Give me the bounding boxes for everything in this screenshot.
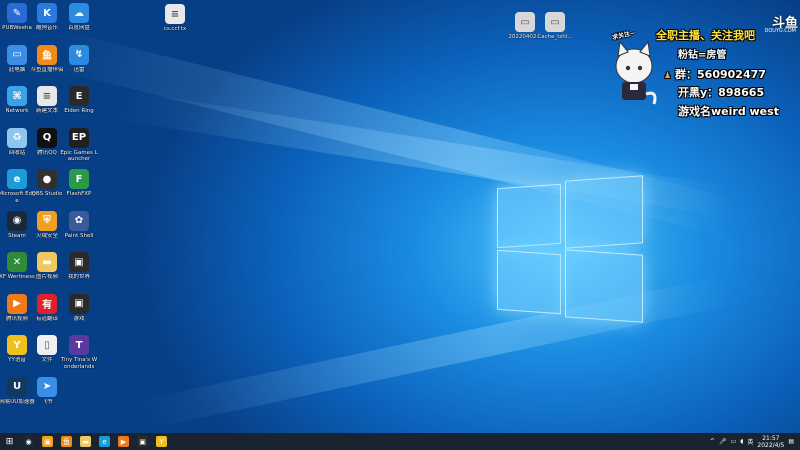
desktop-icon-label: 飞书 xyxy=(41,398,53,405)
desktop-icon-label: Tiny Tina's Wonderlands xyxy=(60,357,98,370)
network-icon[interactable]: ▭ xyxy=(731,438,737,445)
computer-icon: ▭ xyxy=(7,44,27,65)
obs-icon: ● xyxy=(37,169,57,189)
game-icon: ▣ xyxy=(69,252,89,272)
input-language[interactable]: 英 xyxy=(747,437,753,446)
douyu-taskbar-icon[interactable]: 鱼 xyxy=(61,436,72,447)
desktop-icon[interactable]: ↯ 迅雷 xyxy=(60,44,98,74)
windows-logo-pane xyxy=(565,175,643,249)
shield-icon: ⛨ xyxy=(37,210,57,231)
edge-icon: e xyxy=(7,169,27,189)
overlay-banner: 全职主播、关注我吧 xyxy=(656,29,755,42)
desktop-icon[interactable]: ▣ 我的世界 xyxy=(60,252,98,281)
desktop: ✎ PUBWeeha ▭ 此电脑 ⌘ Network ♻ 回收站 e Microsoft Edge… xyxy=(0,0,800,433)
steam-taskbar-icon[interactable]: ◉ xyxy=(23,436,34,447)
desktop-icon-label: Epic Games Launcher xyxy=(60,149,98,163)
game-taskbar-icon[interactable]: ▣ xyxy=(137,436,148,447)
desktop-icon-label: FlashFXP xyxy=(66,191,92,197)
windows-logo-pane xyxy=(497,183,561,249)
ftp-icon: F xyxy=(69,169,89,189)
clock-date: 2022/4/5 xyxy=(757,441,785,449)
cloud-icon: ☁ xyxy=(69,3,89,23)
notification-icon[interactable]: ▤ xyxy=(788,438,794,445)
person-icon: ♟ xyxy=(664,71,672,80)
windows-logo-pane xyxy=(497,249,561,315)
game-icon: E xyxy=(69,86,89,106)
overlay-line-game: 游戏名weird west xyxy=(678,105,779,118)
windows-logo-pane xyxy=(565,249,643,323)
douyu-logo-sub: DOUYU.COM xyxy=(764,28,797,34)
uu-icon: U xyxy=(7,376,27,397)
game-icon: ▣ xyxy=(69,293,89,314)
youdao-icon: 有 xyxy=(37,293,57,314)
desktop-icon[interactable]: ✿ Paint Shell xyxy=(60,210,98,240)
windows-logo xyxy=(497,175,645,326)
file-icon: ▯ xyxy=(37,335,57,355)
image-icon: ▭ xyxy=(515,12,535,32)
desktop-icon[interactable]: ➤ 飞书 xyxy=(28,376,66,406)
image-icon: ▭ xyxy=(545,12,565,32)
xbox-icon: ✕ xyxy=(7,252,27,272)
network-icon: ⌘ xyxy=(7,86,27,106)
text-file-icon: ≡ xyxy=(37,86,57,106)
volume-icon[interactable]: ◖ xyxy=(740,438,743,445)
qq-icon: Q xyxy=(37,127,57,148)
taskbar-apps: ⊞ ◉ ▣ 鱼 ▬ e ▶ ▣ Y xyxy=(0,436,167,447)
system-tray: ^ 🎤︎ ▭ ◖ 英 21:57 2022/4/5 ▤ xyxy=(710,433,794,450)
video-taskbar-icon[interactable]: ▶ xyxy=(118,436,129,447)
desktop-icon[interactable]: E Elden Ring xyxy=(60,86,98,115)
game-icon: T xyxy=(69,335,89,355)
douyu-icon: 鱼 xyxy=(37,44,57,65)
desktop-icon-label: cs.ccf.tx xyxy=(163,26,187,32)
tool-icon: ✎ xyxy=(7,3,27,23)
desktop-icon[interactable]: F FlashFXP xyxy=(60,169,98,198)
chevron-up-icon[interactable]: ^ xyxy=(710,438,715,445)
edge-taskbar-icon[interactable]: e xyxy=(99,436,110,447)
anime-cat-avatar xyxy=(608,38,660,108)
text-file-icon: ≡ xyxy=(165,4,185,24)
taskbar: ⊞ ◉ ▣ 鱼 ▬ e ▶ ▣ Y ^ 🎤︎ ▭ ◖ 英 21:57 2022/4/5 ▤ xyxy=(0,433,800,450)
microphone-icon[interactable]: 🎤︎ xyxy=(719,438,727,445)
desktop-icon[interactable]: ≡ cs.ccf.tx xyxy=(156,4,194,33)
desktop-icon-label: 迅雷 xyxy=(73,66,85,73)
epic-icon: EP xyxy=(69,127,89,148)
app-taskbar-icon[interactable]: ▣ xyxy=(42,436,53,447)
desktop-icon[interactable]: ▣ 游戏 xyxy=(60,293,98,323)
paint-icon: ✿ xyxy=(69,210,89,231)
thunder-icon: ↯ xyxy=(69,44,89,65)
desktop-icon[interactable]: ▭ Cache_tshl... xyxy=(536,12,574,41)
desktop-icon-label: Paint Shell xyxy=(64,232,94,239)
desktop-icon-label: 我的世界 xyxy=(67,274,90,280)
steam-icon: ◉ xyxy=(7,210,27,231)
desktop-icon[interactable]: ☁ 百度网盘 xyxy=(60,3,98,32)
desktop-icon-label: 游戏 xyxy=(73,315,85,322)
desktop-icon-label: 百度网盘 xyxy=(67,25,90,31)
start-button[interactable]: ⊞ xyxy=(4,436,15,447)
clock-time: 21:57 xyxy=(762,434,780,442)
yy-icon: Y xyxy=(7,335,27,355)
folder-icon: ▬ xyxy=(37,252,57,272)
kugou-icon: K xyxy=(37,3,57,23)
yy-taskbar-icon[interactable]: Y xyxy=(156,436,167,447)
stream-overlay: 求关注~ 全职主播、关注我吧 斗鱼 DOUYU.COM 粉钻=房管 ♟ 群：56… xyxy=(606,12,798,124)
overlay-line-admin: 粉钻=房管 xyxy=(678,50,727,61)
explorer-taskbar-icon[interactable]: ▬ xyxy=(80,436,91,447)
recycle-bin-icon: ♻ xyxy=(7,127,27,148)
desktop-icon[interactable]: EP Epic Games Launcher xyxy=(60,127,98,163)
overlay-line-group: ♟ 群：560902477 xyxy=(664,68,766,81)
desktop-icon-label: Cache_tshl... xyxy=(537,34,573,40)
feishu-icon: ➤ xyxy=(37,376,57,397)
overlay-line-party: 开黑y：898665 xyxy=(678,86,765,99)
video-icon: ▶ xyxy=(7,293,27,314)
clock[interactable]: 21:57 2022/4/5 xyxy=(757,435,784,449)
desktop-icon-label: Elden Ring xyxy=(64,108,94,114)
desktop-icon[interactable]: T Tiny Tina's Wonderlands xyxy=(60,335,98,370)
